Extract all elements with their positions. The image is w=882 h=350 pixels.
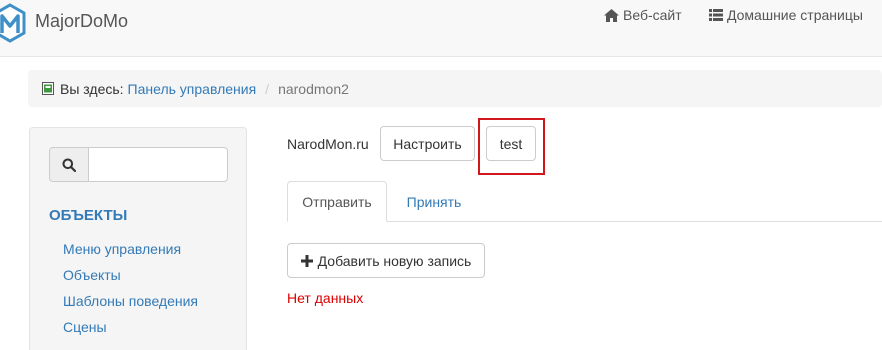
- panel-icon: [42, 82, 54, 95]
- breadcrumb: Вы здесь: Панель управления / narodmon2: [28, 70, 882, 107]
- sidebar-heading: ОБЪЕКТЫ: [49, 207, 128, 224]
- nav-link-home-pages-label: Домашние страницы: [727, 7, 863, 23]
- search-input[interactable]: [89, 147, 228, 182]
- navbar: MajorDoMo Веб-сайт Домашние страницы: [0, 0, 882, 57]
- search-button[interactable]: [49, 147, 89, 182]
- nav-link-website-label: Веб-сайт: [623, 7, 682, 23]
- brand-name: MajorDoMo: [35, 11, 129, 31]
- highlight-box: [478, 118, 545, 175]
- module-title: NarodMon.ru: [287, 136, 369, 152]
- search-group: [49, 147, 228, 182]
- nav-link-home-pages[interactable]: Домашние страницы: [709, 7, 863, 23]
- configure-button[interactable]: Настроить: [380, 126, 475, 161]
- tab-send[interactable]: Отправить: [287, 181, 387, 222]
- majordomo-logo-icon: [0, 3, 26, 43]
- breadcrumb-link-control-panel[interactable]: Панель управления: [128, 81, 257, 97]
- empty-message: Нет данных: [287, 290, 364, 306]
- sidebar-item-behavior-templates[interactable]: Шаблоны поведения: [63, 293, 198, 309]
- breadcrumb-current: narodmon2: [278, 80, 349, 97]
- home-icon: [604, 8, 619, 22]
- tab-receive[interactable]: Принять: [392, 181, 476, 222]
- search-icon: [62, 158, 76, 172]
- add-record-button[interactable]: Добавить новую запись: [287, 243, 485, 278]
- breadcrumb-prefix: Вы здесь:: [60, 80, 124, 97]
- breadcrumb-separator: /: [265, 80, 270, 97]
- sidebar-item-objects[interactable]: Объекты: [63, 267, 121, 283]
- sidebar-item-control-menu[interactable]: Меню управления: [63, 241, 181, 257]
- plus-icon: [300, 254, 313, 267]
- list-icon: [709, 9, 723, 21]
- sidebar: ОБЪЕКТЫ Меню управления Объекты Шаблоны …: [29, 127, 247, 350]
- add-record-label: Добавить новую запись: [317, 252, 472, 269]
- nav-link-website[interactable]: Веб-сайт: [604, 7, 682, 23]
- sidebar-item-scenes[interactable]: Сцены: [63, 319, 107, 335]
